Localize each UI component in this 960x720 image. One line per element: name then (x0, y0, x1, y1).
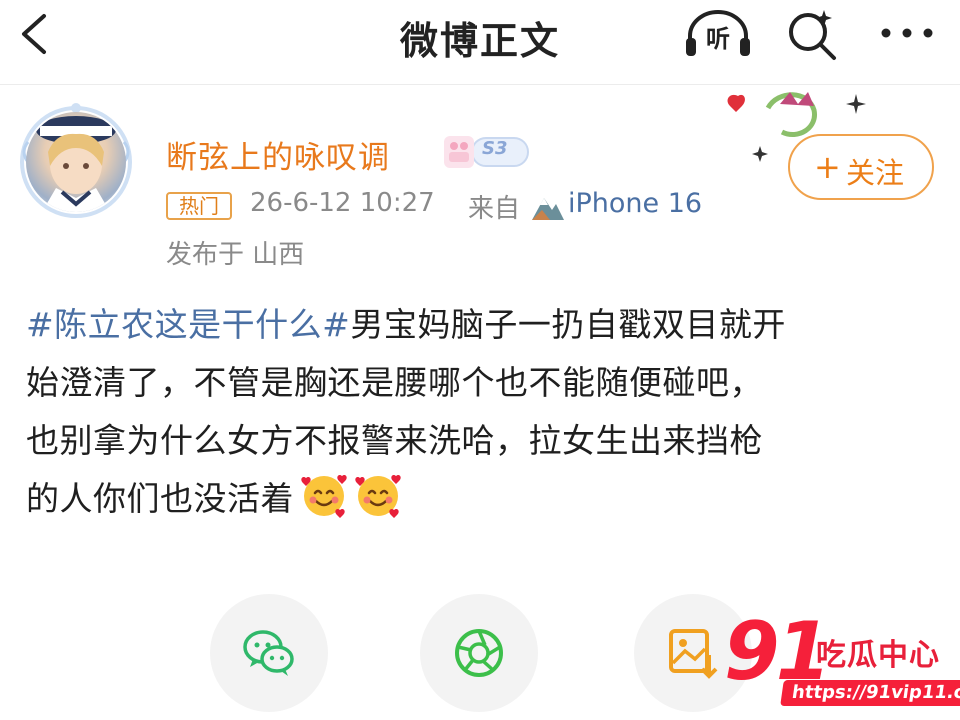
member-badge[interactable]: S3 (442, 132, 532, 172)
avatar-photo (26, 112, 126, 212)
follow-button[interactable]: + 关注 (788, 134, 934, 200)
more-dots-icon (881, 28, 933, 38)
source-label: 来自 (468, 194, 521, 224)
post-location: 发布于 山西 (166, 240, 305, 270)
topic-link[interactable]: #陈立农这是干什么# (26, 305, 350, 344)
listen-button[interactable]: 听 (684, 8, 752, 60)
watermark-url: https://91vip11.com (780, 680, 960, 706)
post-line-4: 的人你们也没活着 (26, 479, 294, 518)
search-button[interactable] (784, 6, 840, 62)
image-download-icon (669, 629, 718, 679)
post-line-3: 也别拿为什么女方不报警来洗哈，拉女生出来挡枪 (26, 421, 763, 460)
listen-label: 听 (706, 25, 730, 53)
watermark-logo: 91 吃瓜中心 https://91vip11.com (724, 612, 960, 720)
wechat-icon (243, 630, 294, 676)
top-bar: 微博正文 听 (0, 0, 960, 85)
post-content: #陈立农这是干什么#男宝妈脑子一扔自戳双目就开 始澄清了，不管是胸还是腰哪个也不… (26, 296, 926, 528)
post-time: 26-6-12 10:27 (250, 188, 435, 218)
post-line-2: 始澄清了，不管是胸还是腰哪个也不能随便碰吧， (26, 363, 763, 402)
more-button[interactable] (876, 10, 938, 56)
post-line-1: 男宝妈脑子一扔自戳双目就开 (350, 305, 786, 344)
aperture-icon (455, 629, 503, 677)
share-wechat-button[interactable] (210, 594, 328, 712)
smiling-face-with-hearts-icon (301, 474, 347, 518)
follow-label: 关注 (846, 156, 905, 190)
share-moments-button[interactable] (420, 594, 538, 712)
avatar[interactable] (18, 102, 134, 222)
watermark-name: 吃瓜中心 (816, 638, 940, 673)
member-level: S3 (482, 138, 508, 159)
plus-icon: + (814, 148, 841, 186)
device-link[interactable]: iPhone 16 (568, 188, 702, 219)
weibo-post-page: 微博正文 听 断弦上的咏叹调 S3 热门 26-6-12 10:27 来自 iP… (0, 0, 960, 720)
mountain-icon (532, 198, 564, 220)
smiling-face-with-hearts-icon (355, 474, 401, 518)
hot-tag: 热门 (166, 192, 232, 220)
search-sparkle-icon (789, 10, 836, 60)
username[interactable]: 断弦上的咏叹调 (166, 132, 390, 177)
